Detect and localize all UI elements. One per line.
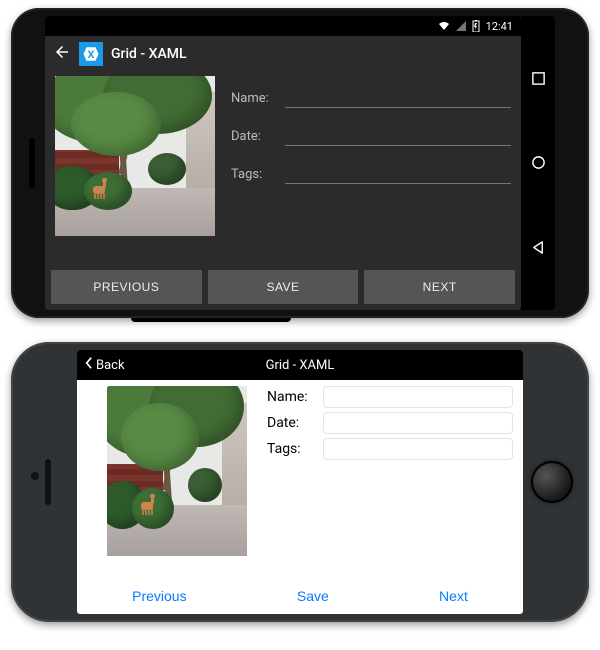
android-nav-bar — [521, 16, 555, 310]
android-appbar: X Grid - XAML — [45, 36, 521, 72]
name-label: Name: — [267, 389, 317, 405]
form-row-tags: Tags: — [267, 438, 513, 460]
ios-home-button-area — [523, 350, 581, 614]
date-label: Date: — [267, 415, 317, 431]
chevron-left-icon — [83, 356, 94, 374]
statusbar-clock: 12:41 — [486, 20, 513, 33]
form-row-name: Name: — [231, 86, 511, 108]
photo-preview — [55, 76, 215, 236]
save-button[interactable]: SAVE — [208, 270, 359, 304]
form: Name: Date: Tags: — [267, 386, 513, 578]
ios-device-frame: Back Grid - XAML Na — [11, 342, 589, 622]
date-label: Date: — [231, 129, 279, 146]
form-row-date: Date: — [231, 124, 511, 146]
ios-bottom-buttons: Previous Save Next — [77, 578, 523, 614]
photo-preview — [107, 386, 247, 556]
recent-apps-icon[interactable] — [531, 71, 546, 86]
form-row-tags: Tags: — [231, 162, 511, 184]
next-button[interactable]: NEXT — [364, 270, 515, 304]
name-input[interactable] — [285, 86, 511, 108]
android-bottom-buttons: PREVIOUS SAVE NEXT — [45, 264, 521, 310]
tags-label: Tags: — [231, 167, 279, 184]
save-button[interactable]: Save — [297, 588, 329, 604]
signal-icon — [456, 21, 466, 31]
next-button[interactable]: Next — [439, 588, 468, 604]
name-label: Name: — [231, 91, 279, 108]
wifi-icon — [438, 21, 450, 31]
ios-earpiece-area — [19, 350, 77, 614]
form-row-date: Date: — [267, 412, 513, 434]
previous-button[interactable]: PREVIOUS — [51, 270, 202, 304]
tags-input[interactable] — [285, 162, 511, 184]
home-icon[interactable] — [531, 155, 546, 170]
date-input[interactable] — [285, 124, 511, 146]
svg-text:X: X — [88, 48, 95, 61]
back-arrow-icon[interactable] — [53, 43, 71, 65]
tags-input[interactable] — [323, 438, 513, 460]
back-label: Back — [96, 358, 125, 373]
android-content: Name: Date: Tags: — [45, 72, 521, 264]
android-statusbar: 12:41 — [45, 16, 521, 36]
previous-button[interactable]: Previous — [132, 588, 186, 604]
name-input[interactable] — [323, 386, 513, 408]
appbar-title: Grid - XAML — [111, 46, 187, 62]
ios-screen: Back Grid - XAML Na — [77, 350, 523, 614]
navbar-title: Grid - XAML — [266, 358, 335, 373]
tags-label: Tags: — [267, 441, 317, 457]
form: Name: Date: Tags: — [231, 76, 511, 264]
xamarin-logo-icon: X — [79, 42, 103, 66]
android-screen: 12:41 X Grid - XAML — [45, 16, 521, 310]
form-row-name: Name: — [267, 386, 513, 408]
android-device-frame: 12:41 X Grid - XAML — [11, 8, 589, 318]
back-button[interactable]: Back — [83, 356, 125, 374]
ios-navbar: Back Grid - XAML — [77, 350, 523, 380]
ios-content: Name: Date: Tags: — [77, 380, 523, 578]
back-icon[interactable] — [531, 240, 546, 255]
home-button[interactable] — [531, 461, 573, 503]
date-input[interactable] — [323, 412, 513, 434]
android-earpiece — [19, 16, 45, 310]
battery-icon — [472, 20, 480, 32]
